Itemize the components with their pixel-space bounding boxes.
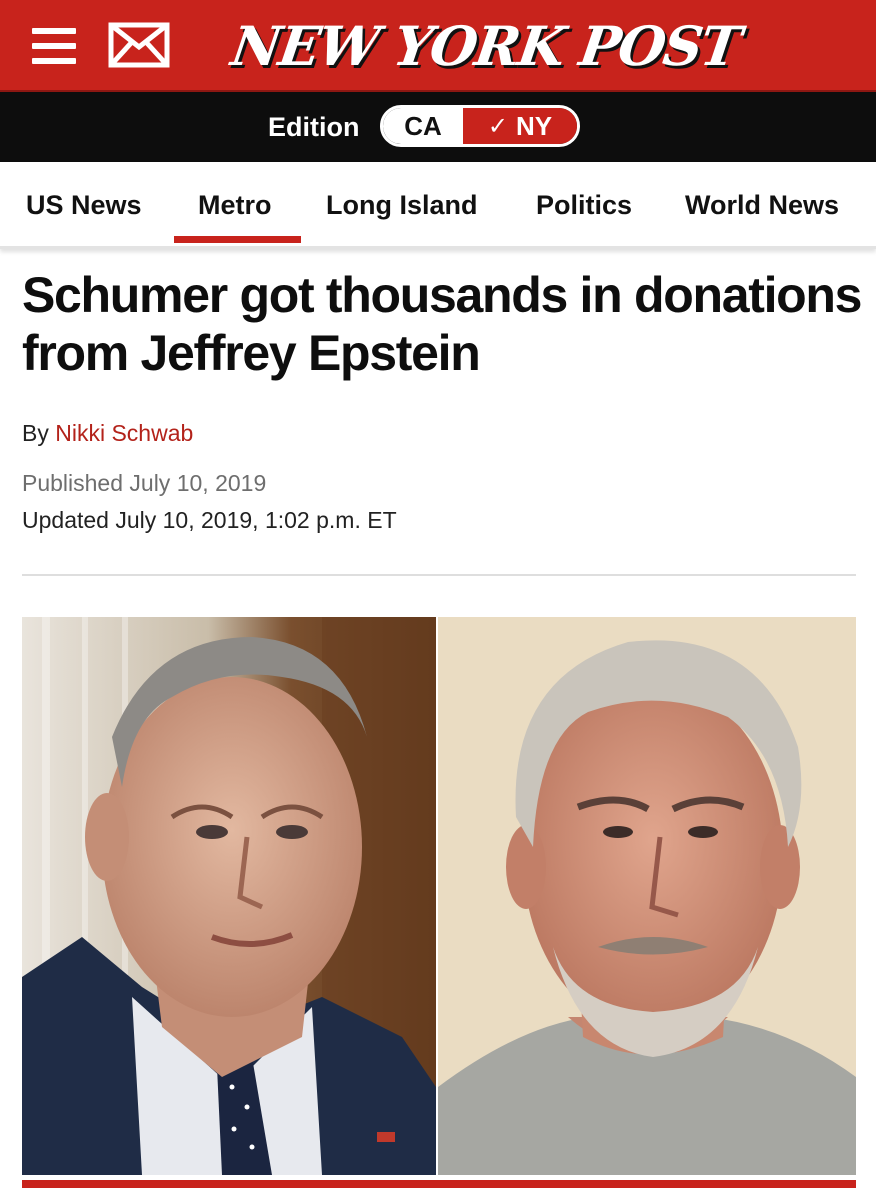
nav-item-long-island[interactable]: Long Island	[326, 188, 478, 222]
hamburger-menu-icon[interactable]	[32, 26, 76, 66]
edition-option-ca[interactable]: CA	[383, 108, 463, 144]
edition-toggle[interactable]: CA ✓ NY	[380, 105, 580, 147]
nav-item-world-news[interactable]: World News	[685, 188, 839, 222]
edition-label: Edition	[268, 112, 360, 142]
byline-prefix: By	[22, 420, 49, 446]
edition-bar: Edition CA ✓ NY	[0, 92, 876, 162]
edition-option-ny-label: NY	[515, 110, 553, 141]
envelope-icon[interactable]	[108, 22, 170, 68]
header-divider	[22, 574, 856, 576]
nav-item-politics[interactable]: Politics	[536, 188, 632, 222]
updated-date: Updated July 10, 2019, 1:02 p.m. ET	[22, 507, 397, 533]
published-date: Published July 10, 2019	[22, 470, 267, 496]
byline: By Nikki Schwab	[22, 420, 193, 447]
bottom-accent-bar	[22, 1180, 856, 1188]
author-link[interactable]: Nikki Schwab	[55, 420, 193, 446]
article-headline: Schumer got thousands in donations from …	[22, 267, 862, 381]
active-tab-indicator	[174, 236, 301, 243]
site-logo[interactable]: NEW YORK POST	[227, 8, 744, 84]
masthead: NEW YORK POST	[0, 0, 876, 92]
nav-item-us-news[interactable]: US News	[26, 188, 142, 222]
checkmark-icon: ✓	[487, 112, 508, 140]
edition-option-ny[interactable]: ✓ NY	[463, 108, 577, 144]
article-photo-right	[438, 617, 856, 1175]
nav-item-metro[interactable]: Metro	[198, 188, 272, 222]
article-photo-left	[22, 617, 436, 1175]
section-nav: US News Metro Long Island Politics World…	[0, 162, 876, 249]
